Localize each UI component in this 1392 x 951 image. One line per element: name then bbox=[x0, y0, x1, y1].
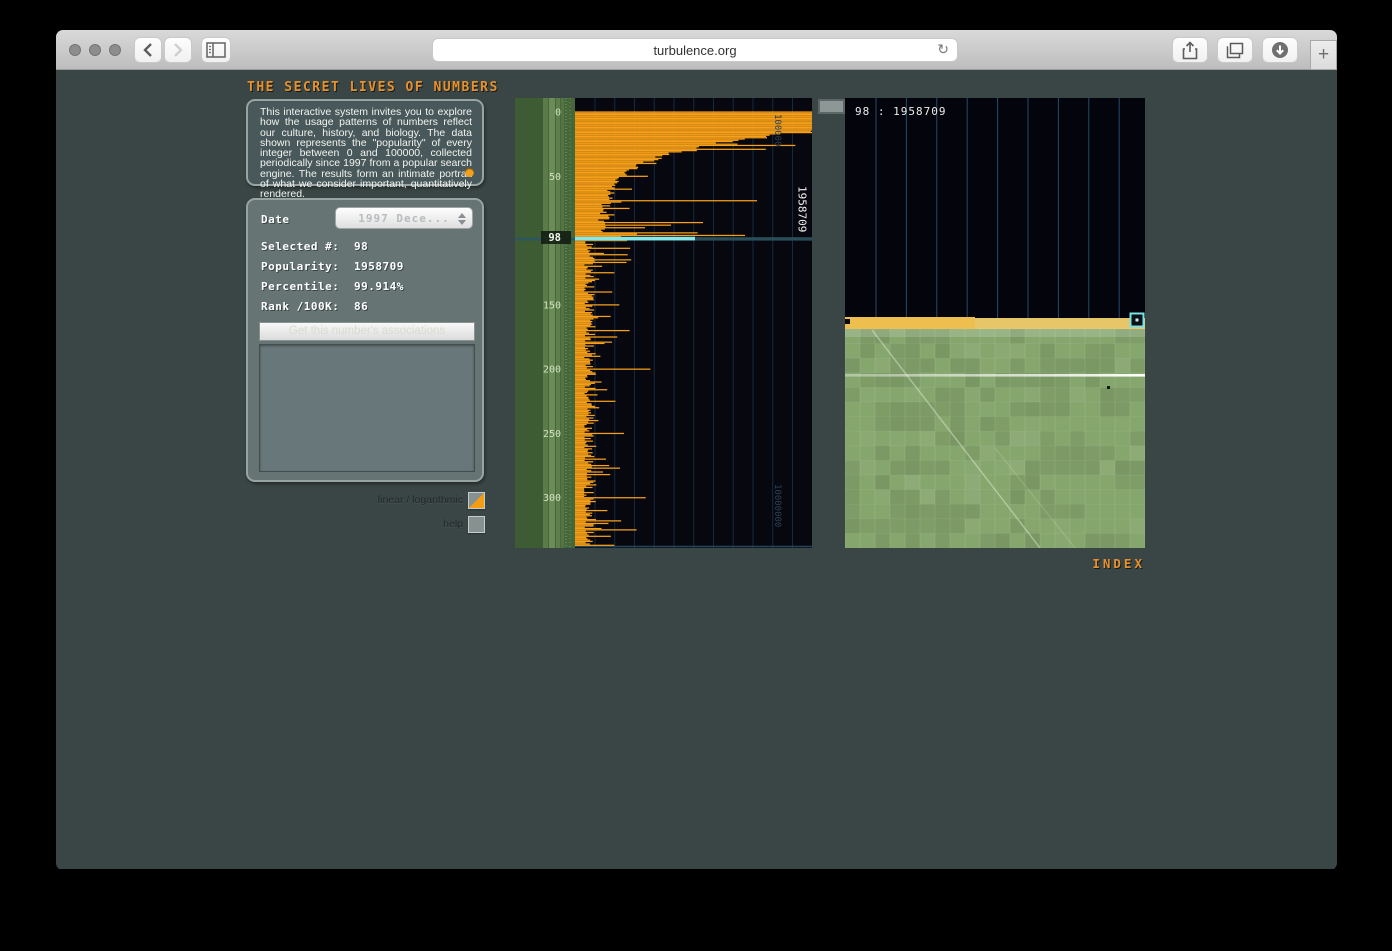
svg-text:300: 300 bbox=[543, 493, 561, 504]
rank-value: 86 bbox=[354, 300, 368, 313]
svg-text:50: 50 bbox=[549, 172, 561, 183]
close-window-button[interactable] bbox=[69, 44, 81, 56]
zoom-window-button[interactable] bbox=[109, 44, 121, 56]
sidebar-toggle-button[interactable] bbox=[201, 37, 231, 63]
address-bar-url: turbulence.org bbox=[653, 43, 736, 58]
chevron-right-icon bbox=[171, 41, 185, 59]
info-panel: Date : 1997 Dece... Selected #: 98 Popul… bbox=[246, 198, 484, 482]
linear-log-label: linear / logarithmic bbox=[343, 494, 463, 506]
associations-textarea[interactable] bbox=[259, 344, 475, 472]
downloads-button[interactable] bbox=[1262, 37, 1298, 63]
rank-label: Rank /100K: bbox=[261, 300, 354, 313]
tabs-icon bbox=[1226, 42, 1244, 59]
reload-icon[interactable]: ↻ bbox=[937, 41, 949, 58]
popularity-value: 1958709 bbox=[354, 260, 404, 273]
number-strip bbox=[515, 98, 575, 548]
date-select[interactable]: 1997 Dece... bbox=[335, 207, 473, 229]
selected-readout: 98 : 1958709 bbox=[855, 105, 946, 118]
date-select-value: 1997 Dece... bbox=[358, 212, 449, 225]
browser-window: turbulence.org ↻ + bbox=[56, 30, 1337, 870]
back-button[interactable] bbox=[134, 37, 162, 63]
svg-text:250: 250 bbox=[543, 429, 561, 440]
help-label: help bbox=[343, 518, 463, 530]
orange-dot-icon bbox=[465, 168, 474, 177]
page-title: THE SECRET LIVES OF NUMBERS bbox=[247, 80, 499, 95]
linear-log-checkbox[interactable] bbox=[468, 492, 485, 509]
minimize-window-button[interactable] bbox=[89, 44, 101, 56]
selected-number-row: Selected #: 98 bbox=[261, 240, 368, 253]
popularity-row: Popularity: 1958709 bbox=[261, 260, 404, 273]
selected-number-value: 98 bbox=[354, 240, 368, 253]
sidebar-icon bbox=[206, 42, 226, 58]
selected-bar-value-label: 1958709 bbox=[796, 186, 809, 232]
select-arrows-icon bbox=[457, 211, 467, 227]
rank-row: Rank /100K: 86 bbox=[261, 300, 368, 313]
index-label[interactable]: INDEX bbox=[945, 556, 1145, 571]
traffic-lights bbox=[69, 44, 121, 56]
percentile-label: Percentile: bbox=[261, 280, 354, 293]
description-text: This interactive system invites you to e… bbox=[260, 106, 472, 200]
percentile-value: 99.914% bbox=[354, 280, 404, 293]
forward-button[interactable] bbox=[164, 37, 192, 63]
popularity-bar-chart[interactable]: 100000 10000000 1958709 0501001502002503… bbox=[515, 98, 812, 548]
log-axis-label-bottom: 10000000 bbox=[772, 484, 782, 527]
selected-number-label: Selected #: bbox=[261, 240, 354, 253]
browser-toolbar: turbulence.org ↻ + bbox=[56, 30, 1337, 70]
svg-text:200: 200 bbox=[543, 365, 561, 376]
drag-handle[interactable] bbox=[818, 99, 845, 114]
svg-text:150: 150 bbox=[543, 300, 561, 311]
svg-text:98: 98 bbox=[548, 232, 561, 244]
help-checkbox[interactable] bbox=[468, 516, 485, 533]
popularity-label: Popularity: bbox=[261, 260, 354, 273]
download-icon bbox=[1271, 41, 1289, 59]
index-map[interactable]: 98 : 1958709 bbox=[845, 98, 1145, 548]
tab-overview-button[interactable] bbox=[1217, 37, 1253, 63]
percentile-row: Percentile: 99.914% bbox=[261, 280, 404, 293]
page-content: THE SECRET LIVES OF NUMBERS This interac… bbox=[56, 70, 1337, 869]
associations-button[interactable]: Get this number's associations bbox=[259, 322, 475, 341]
new-tab-button[interactable]: + bbox=[1310, 40, 1337, 70]
description-box: This interactive system invites you to e… bbox=[246, 99, 484, 186]
index-map-body bbox=[845, 98, 1145, 548]
address-bar[interactable]: turbulence.org ↻ bbox=[432, 38, 958, 62]
screenshot-root: turbulence.org ↻ + bbox=[0, 0, 1392, 951]
share-button[interactable] bbox=[1172, 37, 1208, 63]
share-icon bbox=[1182, 41, 1198, 60]
chevron-left-icon bbox=[141, 41, 155, 59]
log-axis-label-top: 100000 bbox=[772, 114, 782, 147]
svg-text:0: 0 bbox=[555, 108, 561, 119]
